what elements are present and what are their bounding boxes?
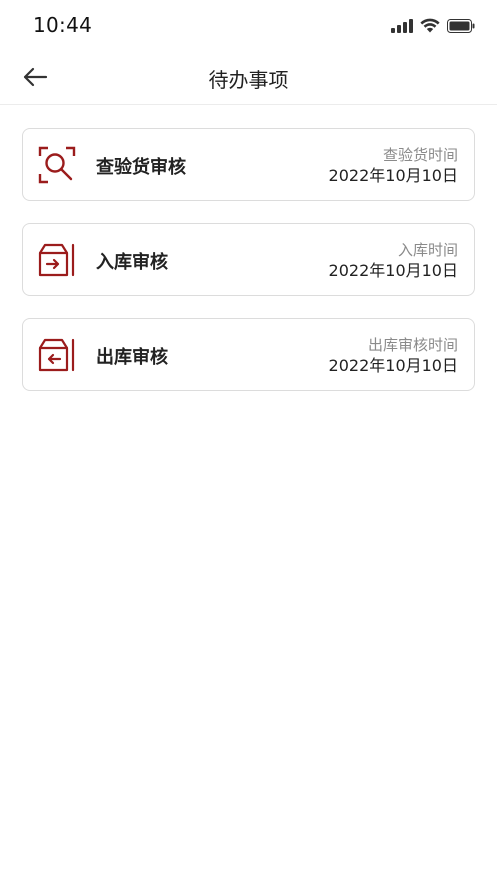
todo-item-inspection[interactable]: 查验货审核 查验货时间 2022年10月10日 — [22, 128, 475, 201]
todo-item-time-label: 查验货时间 — [382, 146, 458, 164]
battery-icon — [447, 18, 475, 37]
todo-list: 查验货审核 查验货时间 2022年10月10日 入库审核 入库时间 2022年1… — [22, 128, 475, 413]
todo-item-date: 2022年10月10日 — [328, 261, 458, 280]
todo-item-date: 2022年10月10日 — [328, 166, 458, 185]
todo-item-date: 2022年10月10日 — [328, 356, 458, 375]
inspect-search-icon — [38, 146, 76, 184]
todo-item-meta: 入库时间 2022年10月10日 — [329, 241, 458, 281]
nav-bar: 待办事项 — [0, 52, 497, 105]
todo-item-meta: 查验货时间 2022年10月10日 — [329, 146, 458, 186]
status-time: 10:44 — [33, 13, 93, 37]
todo-item-title: 出库审核 — [96, 347, 168, 368]
todo-item-title: 入库审核 — [96, 252, 168, 273]
page-title: 待办事项 — [208, 68, 289, 92]
todo-item-inbound[interactable]: 入库审核 入库时间 2022年10月10日 — [22, 223, 475, 296]
signal-icon — [391, 18, 413, 37]
status-icons — [391, 18, 475, 36]
box-arrow-out-icon — [38, 336, 76, 374]
todo-item-outbound[interactable]: 出库审核 出库审核时间 2022年10月10日 — [22, 318, 475, 391]
todo-item-time-label: 入库时间 — [397, 241, 458, 259]
todo-item-title: 查验货审核 — [96, 157, 186, 178]
status-bar: 10:44 — [0, 0, 497, 52]
wifi-icon — [420, 18, 440, 37]
todo-item-meta: 出库审核时间 2022年10月10日 — [329, 336, 458, 376]
todo-item-time-label: 出库审核时间 — [367, 336, 458, 354]
box-arrow-in-icon — [38, 241, 76, 279]
